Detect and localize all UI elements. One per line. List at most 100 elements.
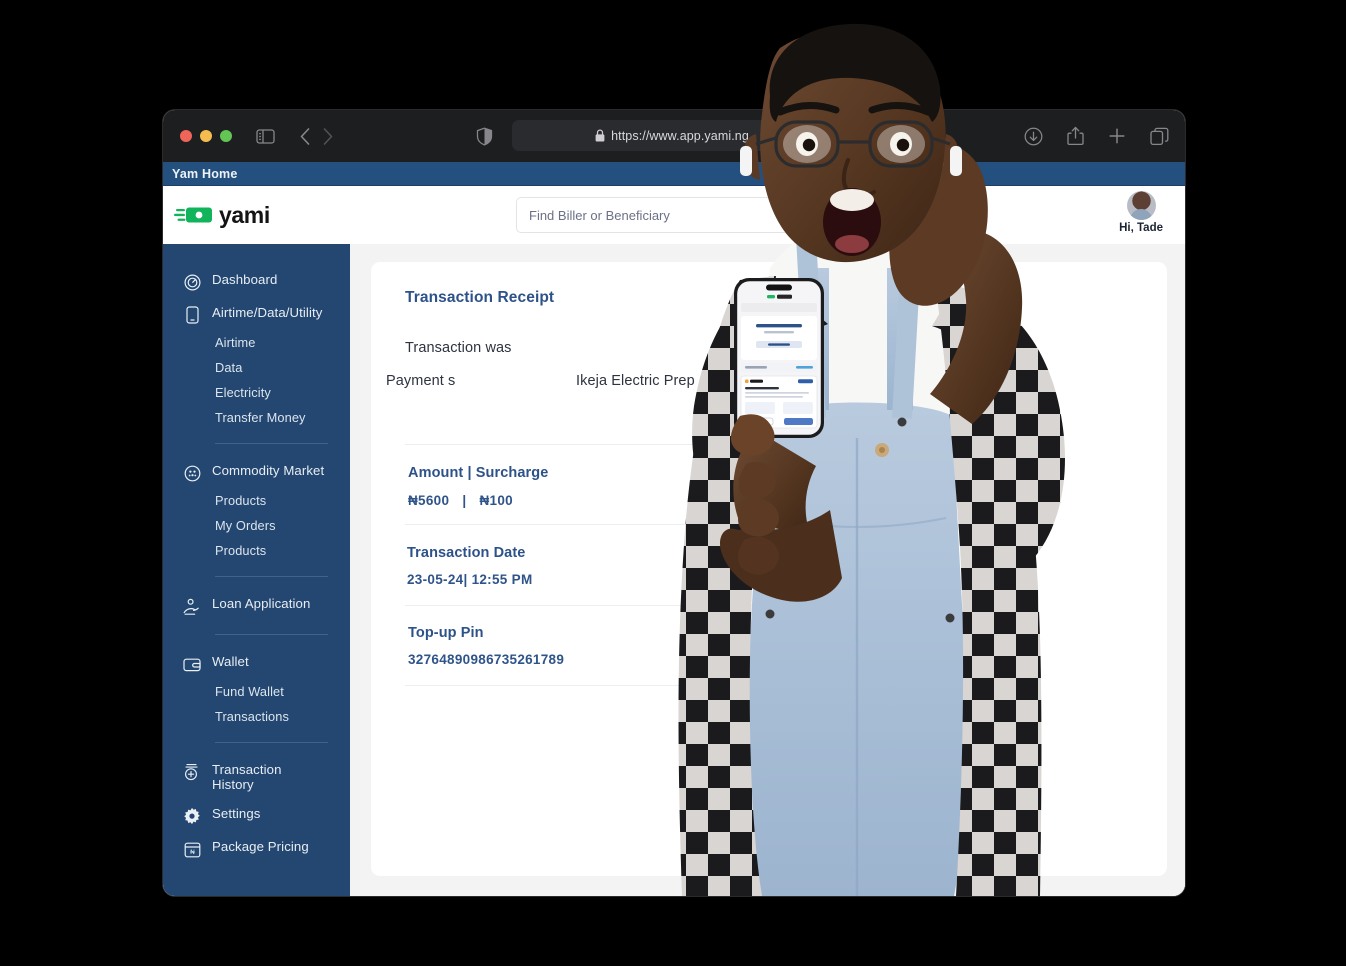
search-box[interactable] [516,197,836,233]
sidebar-item-package-pricing[interactable]: ₦ Package Pricing [163,831,350,864]
transaction-status-line-1: Transaction was [405,340,512,356]
address-bar[interactable]: https://www.app.yami.ng [512,120,832,151]
user-profile-chip[interactable]: Hi, Tade [1119,191,1163,234]
sidebar-item-commodity-market[interactable]: Commodity Market [163,457,350,488]
amount-surcharge-block: Amount | Surcharge ₦5600 | ₦100 [408,465,548,508]
chevron-right-icon[interactable] [322,127,334,146]
sidebar-group: Loan Application [163,590,350,621]
browser-tab-strip[interactable]: Yam Home [163,162,1185,186]
plus-icon[interactable] [1108,127,1126,145]
commodity-grain-icon [183,464,201,482]
receipt-divider [405,524,835,525]
sidebar-item-label: Commodity Market [212,463,325,478]
transaction-date-label: Transaction Date [407,545,526,561]
app-header: yami Hi, Tade [163,186,1185,244]
reload-icon[interactable] [808,127,823,143]
address-bar-text: https://www.app.yami.ng [611,128,749,143]
maximize-window-button[interactable] [220,130,232,142]
sidebar-item-data[interactable]: Data [163,355,350,380]
transaction-status-line-2-right: Ikeja Electric Prep [576,373,695,389]
minimize-window-button[interactable] [200,130,212,142]
top-up-pin-value: 32764890986735261789 [408,652,565,667]
sidebar-item-transaction-history[interactable]: Transaction History [163,756,350,798]
receipt-divider [405,605,835,606]
sidebar-item-label: My Orders [215,518,276,533]
mobile-phone-icon [183,306,201,324]
sidebar-item-label: Transfer Money [215,410,306,425]
sidebar-item-products[interactable]: Products [163,488,350,513]
transaction-history-icon [183,763,201,781]
share-icon[interactable] [1067,126,1084,146]
top-up-pin-label: Top-up Pin [408,625,484,641]
sidebar-item-dashboard[interactable]: Dashboard [163,266,350,297]
sidebar-item-airtime[interactable]: Airtime [163,330,350,355]
sidebar-item-wallet[interactable]: Wallet [163,648,350,679]
sidebar-item-airtime-data-utility[interactable]: Airtime/Data/Utility [163,299,350,330]
browser-toolbar: https://www.app.yami.ng [163,110,1185,162]
chevron-left-icon[interactable] [299,127,311,146]
sidebar-item-label: Data [215,360,243,375]
sidebar-item-label: Wallet [212,654,249,669]
sidebar-item-label: Transactions [215,709,289,724]
sidebar-item-loan-application[interactable]: Loan Application [163,590,350,621]
sidebar-toggle-icon[interactable] [256,128,275,144]
receipt-divider [405,685,835,686]
brand-logo[interactable]: yami [174,202,270,229]
sidebar-item-electricity[interactable]: Electricity [163,380,350,405]
sidebar-divider [215,576,328,577]
browser-window: https://www.app.yami.ng Yam Home yami Fi… [163,110,1185,896]
sidebar-item-label: Products [215,543,267,558]
sidebar-item-label: Dashboard [212,272,278,287]
sidebar: Dashboard Airtime/Data/Utility Airtime D… [163,244,350,896]
window-traffic-lights[interactable] [180,130,232,142]
amount-surcharge-label: Amount | Surcharge [408,465,549,481]
calendar-pricing-icon: ₦ [183,840,201,858]
sidebar-item-label: Electricity [215,385,271,400]
yami-speed-money-logo-icon [174,204,214,226]
tabs-overview-icon[interactable] [1150,127,1169,146]
sidebar-item-transactions[interactable]: Transactions [163,704,350,729]
download-icon[interactable] [1024,127,1043,146]
receipt-divider [405,444,835,445]
user-greeting: Hi, Tade [1119,222,1163,234]
main-content: Transaction Receipt Transaction was Paym… [350,244,1185,896]
tab-label[interactable]: Yam Home [172,167,238,181]
transaction-date-block: Transaction Date 23-05-24| 12:55 PM [407,545,533,587]
sidebar-item-transfer-money[interactable]: Transfer Money [163,405,350,430]
transaction-receipt-card: Transaction Receipt Transaction was Paym… [371,262,1167,876]
close-window-button[interactable] [180,130,192,142]
amount-surcharge-value: ₦5600 | ₦100 [408,493,548,508]
top-up-pin-block: Top-up Pin 32764890986735261789 [408,625,564,667]
sidebar-divider [215,443,328,444]
surcharge-value: ₦100 [479,493,513,508]
wallet-icon [183,655,201,673]
avatar[interactable] [1126,191,1156,220]
sidebar-item-label: Loan Application [212,596,311,611]
sidebar-item-label: Fund Wallet [215,684,284,699]
search-input[interactable] [529,207,835,223]
speedometer-icon [183,273,201,291]
transaction-date-value: 23-05-24| 12:55 PM [407,572,533,587]
gear-icon [183,807,201,825]
sidebar-item-products-2[interactable]: Products [163,538,350,563]
browser-toolbar-actions [1024,126,1169,146]
sidebar-item-my-orders[interactable]: My Orders [163,513,350,538]
sidebar-divider [215,634,328,635]
sidebar-divider [215,742,328,743]
transaction-status-line-2-left: Payment s [386,373,456,389]
amount-value: ₦5600 [408,493,450,508]
sidebar-item-label: Settings [212,806,261,821]
sidebar-item-label: Products [215,493,267,508]
sidebar-item-settings[interactable]: Settings [163,798,350,831]
sidebar-group: Dashboard [163,266,350,297]
brand-name: yami [219,201,270,228]
svg-text:₦: ₦ [190,849,195,856]
app-body: Dashboard Airtime/Data/Utility Airtime D… [163,244,1185,896]
sidebar-item-fund-wallet[interactable]: Fund Wallet [163,679,350,704]
page-title: Transaction Receipt [405,289,555,306]
sidebar-group: Airtime/Data/Utility Airtime Data Electr… [163,299,350,430]
sidebar-item-label: Transaction History [212,762,282,792]
amount-separator: | [462,493,467,508]
sidebar-item-label: Airtime [215,335,256,350]
shield-icon[interactable] [476,127,493,146]
